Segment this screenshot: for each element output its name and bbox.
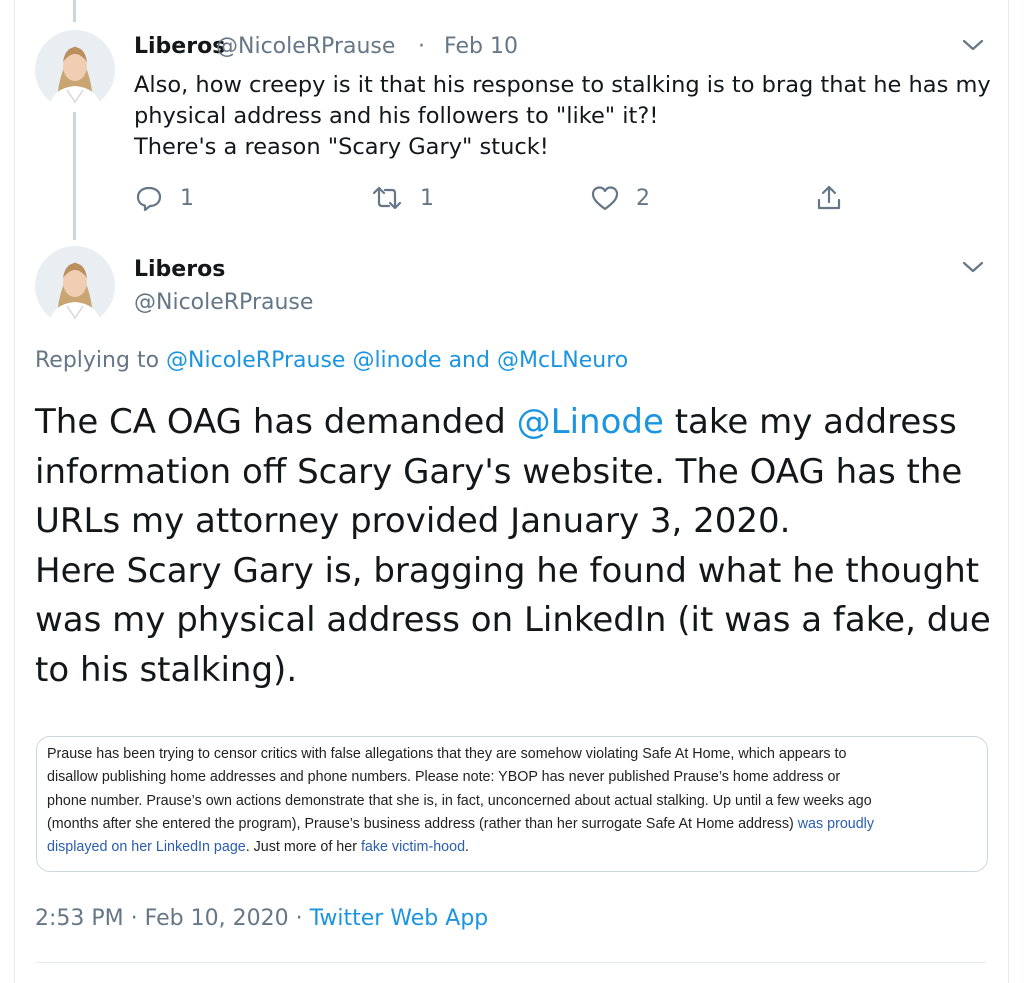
- tweet-time[interactable]: 2:53 PM: [35, 906, 124, 931]
- timeline-left-border: [14, 0, 15, 983]
- like-button[interactable]: 2: [590, 182, 650, 214]
- avatar[interactable]: [35, 246, 115, 326]
- image-text-line: disallow publishing home addresses and p…: [47, 769, 841, 786]
- author-handle[interactable]: @NicoleRPrause: [134, 290, 313, 315]
- tweet-timestamp: 2:53 PM · Feb 10, 2020 · Twitter Web App: [35, 906, 488, 931]
- retweet-count: 1: [420, 185, 434, 211]
- tweet-text-line: URLs my attorney provided January 3, 202…: [35, 501, 791, 541]
- image-text: Prause has been trying to censor critics…: [47, 743, 987, 859]
- image-link: fake victim-hood: [360, 839, 466, 856]
- tweet-text: The CA OAG has demanded @Linode take my …: [35, 398, 995, 695]
- image-link: displayed on her LinkedIn page: [47, 839, 246, 856]
- author-name[interactable]: Liberos: [134, 34, 225, 59]
- meta-separator: ·: [130, 906, 138, 931]
- author-name[interactable]: Liberos: [134, 257, 225, 282]
- replying-and[interactable]: and: [449, 348, 490, 373]
- tweet-date[interactable]: Feb 10, 2020: [145, 906, 289, 931]
- tweet-text-line: Also, how creepy is it that his response…: [134, 72, 991, 98]
- image-text-segment: (months after she entered the program), …: [47, 815, 798, 832]
- share-button[interactable]: [814, 182, 844, 214]
- tweet-date[interactable]: Feb 10: [444, 34, 518, 59]
- image-text-line: phone number. Prause’s own actions demon…: [47, 792, 872, 809]
- avatar[interactable]: [35, 30, 115, 110]
- image-link: was proudly: [797, 815, 875, 832]
- divider: [36, 962, 986, 963]
- meta-separator: ·: [418, 34, 425, 59]
- tweet-text-segment: The CA OAG has demanded: [35, 402, 517, 442]
- tweet-text-line: There's a reason "Scary Gary" stuck!: [134, 134, 549, 160]
- source-link[interactable]: Twitter Web App: [310, 906, 489, 931]
- chevron-down-icon[interactable]: [960, 258, 986, 276]
- mention-link[interactable]: @Linode: [517, 402, 664, 442]
- mention-link[interactable]: @linode: [352, 348, 441, 373]
- chevron-down-icon[interactable]: [960, 36, 986, 54]
- image-text-line: (months after she entered the program), …: [47, 813, 987, 836]
- meta-separator: ·: [295, 906, 303, 931]
- tweet-text-segment: take my address: [663, 402, 957, 442]
- thread-connector-top: [73, 0, 76, 22]
- heart-icon: [591, 186, 619, 211]
- retweet-button[interactable]: 1: [370, 182, 434, 214]
- thread-connector: [73, 112, 76, 240]
- retweet-icon: [372, 186, 402, 210]
- image-text-segment: . Just more of her: [245, 839, 361, 856]
- attached-image[interactable]: Prause has been trying to censor critics…: [36, 736, 988, 872]
- tweet-text: Also, how creepy is it that his response…: [134, 70, 994, 163]
- tweet-text-line: physical address and his followers to "l…: [134, 103, 659, 129]
- tweet-text-line: Here Scary Gary is, bragging he found wh…: [35, 550, 980, 591]
- reply-count: 1: [180, 185, 194, 211]
- tweet-text-line: The CA OAG has demanded @Linode take my …: [35, 398, 995, 448]
- replying-to-label: Replying to: [35, 348, 160, 373]
- share-icon: [817, 185, 841, 210]
- like-count: 2: [636, 185, 650, 211]
- author-handle[interactable]: @NicoleRPrause: [216, 34, 395, 59]
- replying-to: Replying to @NicoleRPrause @linode and @…: [35, 348, 628, 373]
- mention-link[interactable]: @McLNeuro: [497, 348, 628, 373]
- tweet-text-line: information off Scary Gary's website. Th…: [35, 451, 963, 492]
- reply-button[interactable]: 1: [134, 182, 194, 214]
- image-text-segment: .: [465, 839, 470, 856]
- image-text-line: displayed on her LinkedIn page. Just mor…: [47, 836, 987, 859]
- image-text-line: Prause has been trying to censor critics…: [47, 746, 847, 762]
- mention-link[interactable]: @NicoleRPrause: [166, 348, 345, 373]
- reply-icon: [136, 186, 162, 212]
- tweet-text-line: was my physical address on LinkedIn (it …: [35, 600, 991, 640]
- tweet-text-line: to his stalking).: [35, 649, 298, 690]
- timeline-right-border: [1008, 0, 1009, 983]
